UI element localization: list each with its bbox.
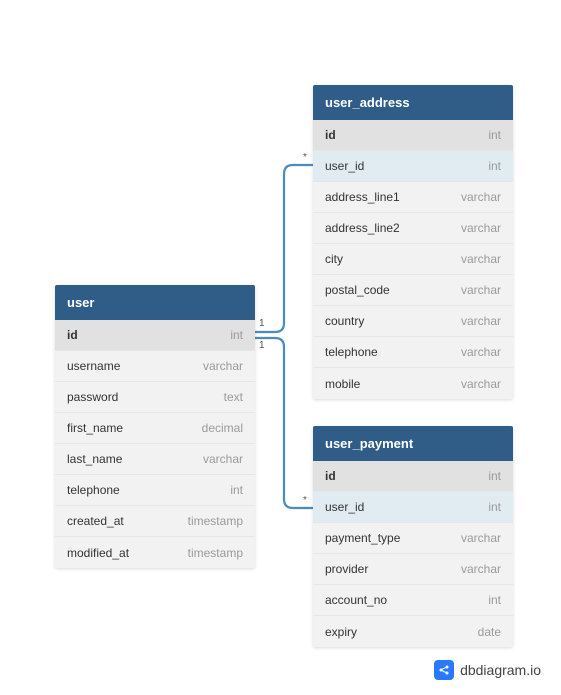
column-type: varchar [461, 531, 501, 545]
table-row[interactable]: postal_code varchar [313, 275, 513, 306]
column-name: last_name [67, 452, 122, 466]
column-name: username [67, 359, 120, 373]
cardinality-payment-side: * [303, 495, 307, 506]
column-type: varchar [461, 190, 501, 204]
column-type: int [488, 128, 501, 142]
column-name: password [67, 390, 118, 404]
table-row[interactable]: payment_type varchar [313, 523, 513, 554]
table-row[interactable]: user_id int [313, 151, 513, 182]
table-row[interactable]: first_name decimal [55, 413, 255, 444]
column-name: provider [325, 562, 368, 576]
column-type: int [230, 328, 243, 342]
column-type: text [224, 390, 243, 404]
share-icon [434, 660, 454, 680]
table-header-user-payment[interactable]: user_payment [313, 426, 513, 461]
column-type: int [488, 500, 501, 514]
table-row[interactable]: id int [55, 320, 255, 351]
column-name: created_at [67, 514, 124, 528]
logo-text: dbdiagram.io [460, 662, 541, 678]
column-type: varchar [461, 345, 501, 359]
column-type: timestamp [188, 546, 243, 560]
table-row[interactable]: last_name varchar [55, 444, 255, 475]
column-type: int [230, 483, 243, 497]
column-name: id [325, 469, 336, 483]
column-type: varchar [461, 221, 501, 235]
column-name: expiry [325, 625, 357, 639]
column-name: country [325, 314, 364, 328]
column-type: int [488, 159, 501, 173]
column-type: varchar [461, 283, 501, 297]
column-name: payment_type [325, 531, 400, 545]
column-name: address_line1 [325, 190, 400, 204]
column-type: varchar [461, 314, 501, 328]
column-name: telephone [67, 483, 120, 497]
table-row[interactable]: created_at timestamp [55, 506, 255, 537]
column-name: first_name [67, 421, 123, 435]
column-name: mobile [325, 377, 360, 391]
column-type: varchar [203, 359, 243, 373]
table-header-user-address[interactable]: user_address [313, 85, 513, 120]
column-type: int [488, 469, 501, 483]
table-row[interactable]: password text [55, 382, 255, 413]
column-name: user_id [325, 500, 364, 514]
table-row[interactable]: telephone int [55, 475, 255, 506]
table-user-payment[interactable]: user_payment id int user_id int payment_… [313, 426, 513, 647]
column-name: user_id [325, 159, 364, 173]
column-name: city [325, 252, 343, 266]
table-row[interactable]: user_id int [313, 492, 513, 523]
column-name: id [67, 328, 78, 342]
column-name: address_line2 [325, 221, 400, 235]
cardinality-address-side: * [303, 152, 307, 163]
table-user-address[interactable]: user_address id int user_id int address_… [313, 85, 513, 399]
table-row[interactable]: address_line1 varchar [313, 182, 513, 213]
column-name: id [325, 128, 336, 142]
column-type: varchar [461, 562, 501, 576]
column-name: telephone [325, 345, 378, 359]
cardinality-user-to-payment: 1 [259, 340, 265, 351]
table-row[interactable]: account_no int [313, 585, 513, 616]
cardinality-user-to-address: 1 [259, 318, 265, 329]
table-row[interactable]: id int [313, 120, 513, 151]
table-header-user[interactable]: user [55, 285, 255, 320]
column-type: varchar [461, 252, 501, 266]
column-type: varchar [461, 377, 501, 391]
column-type: decimal [202, 421, 243, 435]
column-type: date [478, 625, 501, 639]
table-row[interactable]: telephone varchar [313, 337, 513, 368]
column-name: modified_at [67, 546, 129, 560]
column-type: varchar [203, 452, 243, 466]
table-row[interactable]: expiry date [313, 616, 513, 647]
table-row[interactable]: id int [313, 461, 513, 492]
table-user[interactable]: user id int username varchar password te… [55, 285, 255, 568]
table-row[interactable]: city varchar [313, 244, 513, 275]
table-row[interactable]: username varchar [55, 351, 255, 382]
table-row[interactable]: mobile varchar [313, 368, 513, 399]
column-type: timestamp [188, 514, 243, 528]
column-type: int [488, 593, 501, 607]
table-row[interactable]: provider varchar [313, 554, 513, 585]
column-name: postal_code [325, 283, 390, 297]
table-row[interactable]: modified_at timestamp [55, 537, 255, 568]
table-row[interactable]: address_line2 varchar [313, 213, 513, 244]
dbdiagram-logo: dbdiagram.io [434, 660, 541, 680]
diagram-canvas[interactable]: 1 1 * * user id int username varchar pas… [0, 0, 561, 695]
table-row[interactable]: country varchar [313, 306, 513, 337]
column-name: account_no [325, 593, 387, 607]
